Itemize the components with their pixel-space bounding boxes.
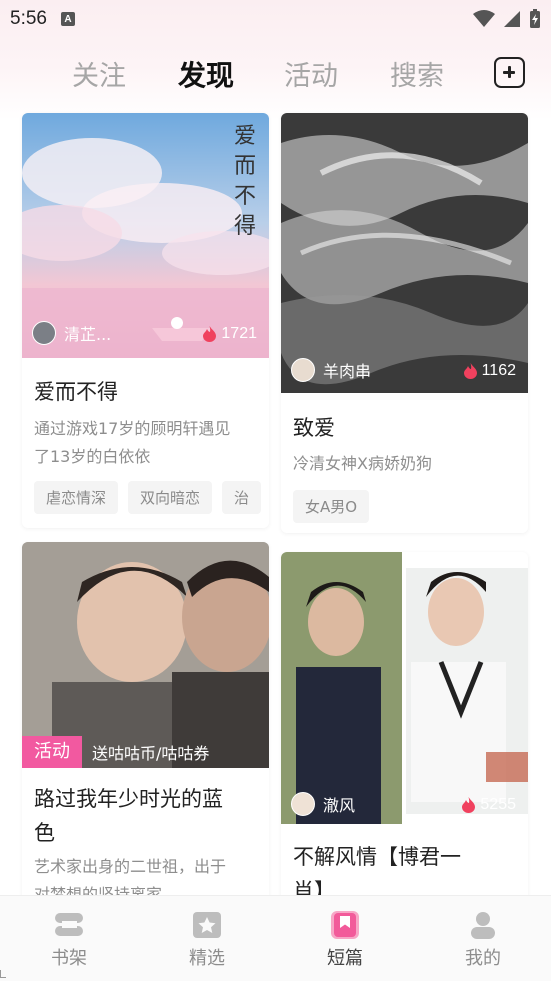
card-author[interactable]: 清芷... xyxy=(32,321,111,345)
nav-featured[interactable]: 精选 xyxy=(138,896,276,981)
add-button[interactable] xyxy=(494,57,525,88)
card-title: 致爱 xyxy=(293,416,335,440)
nav-mine[interactable]: 我的 xyxy=(414,896,551,981)
card-desc-line: 艺术家出身的二世祖，出于 xyxy=(34,857,227,876)
flame-icon xyxy=(203,326,217,342)
tab-search[interactable]: 搜索 xyxy=(390,54,444,93)
card-desc-line: 对梦想的坚持离家... xyxy=(34,885,178,895)
tag[interactable]: 双向暗恋 xyxy=(128,481,213,514)
story-card[interactable]: 活动 送咕咕币/咕咕券 路过我年少时光的蓝 色 艺术家出身的二世祖，出于 对梦想… xyxy=(22,542,269,895)
bottom-nav: 书架 精选 短篇 我的 xyxy=(0,895,551,981)
star-icon xyxy=(193,912,221,938)
card-title-line: 路过我年少时光的蓝 xyxy=(34,787,223,811)
status-time: 5:56 xyxy=(10,8,47,29)
svg-text:而: 而 xyxy=(234,154,256,179)
notification-icon: A xyxy=(60,12,75,26)
tag[interactable]: 治 xyxy=(222,481,262,514)
tag[interactable]: 虐恋情深 xyxy=(34,481,119,514)
story-card[interactable]: 爱 而 不 得 清芷... 1721 爱而不得 通过游戏17岁的顾明轩遇见 了1… xyxy=(22,113,269,528)
card-desc-line: 通过游戏17岁的顾明轩遇见 xyxy=(34,419,231,438)
nav-label: 我的 xyxy=(465,948,501,969)
promo-banner[interactable]: 活动 送咕咕币/咕咕券 xyxy=(22,736,209,768)
nav-label: 短篇 xyxy=(327,948,363,969)
user-icon xyxy=(471,912,495,939)
card-title-line: 色 xyxy=(34,821,55,845)
card-cover-image xyxy=(281,113,528,393)
nav-label: 精选 xyxy=(189,948,225,969)
tab-follow[interactable]: 关注 xyxy=(72,54,126,93)
battery-icon xyxy=(530,9,540,28)
card-title-line: 肖】 xyxy=(293,879,335,895)
story-card[interactable]: 羊肉串 1162 致爱 冷清女神X病娇奶狗 女A男O xyxy=(281,113,528,533)
heat-value: 5255 xyxy=(480,796,516,813)
card-desc-line: 了13岁的白依依 xyxy=(34,447,151,466)
svg-text:得: 得 xyxy=(234,214,256,239)
tag-list: 女A男O xyxy=(293,490,370,523)
svg-text:爱: 爱 xyxy=(234,124,256,149)
avatar xyxy=(291,358,315,382)
card-title-line: 不解风情【博君一 xyxy=(293,845,461,869)
flame-icon xyxy=(462,797,476,813)
card-author[interactable]: 澈风 xyxy=(291,792,355,816)
nav-bookshelf[interactable]: 书架 xyxy=(0,896,138,981)
discover-feed[interactable]: 爱 而 不 得 清芷... 1721 爱而不得 通过游戏17岁的顾明轩遇见 了1… xyxy=(0,108,551,895)
heat-count: 5255 xyxy=(462,796,516,814)
top-tabs: 关注 发现 活动 搜索 xyxy=(0,50,551,100)
card-author[interactable]: 羊肉串 xyxy=(291,358,371,382)
tab-discover[interactable]: 发现 xyxy=(178,54,234,94)
heat-value: 1162 xyxy=(481,362,516,379)
signal-icon xyxy=(504,11,520,27)
bookmark-icon xyxy=(331,911,359,939)
gesture-corner xyxy=(0,970,6,978)
bookshelf-icon xyxy=(55,913,83,936)
heat-value: 1721 xyxy=(221,325,257,342)
promo-text: 送咕咕币/咕咕券 xyxy=(92,744,210,763)
card-title: 爱而不得 xyxy=(34,380,118,404)
heat-count: 1162 xyxy=(463,362,516,380)
promo-label: 活动 xyxy=(22,736,82,768)
author-name: 澈风 xyxy=(323,796,356,815)
card-cover-image xyxy=(22,542,269,768)
heat-count: 1721 xyxy=(203,325,257,343)
card-cover-image xyxy=(281,552,528,824)
story-card[interactable]: 澈风 5255 不解风情【博君一 肖】 xyxy=(281,552,528,895)
tag-list: 虐恋情深 双向暗恋 治 xyxy=(34,481,262,514)
nav-short-stories[interactable]: 短篇 xyxy=(276,896,414,981)
status-bar: 5:56 A xyxy=(0,0,551,38)
avatar xyxy=(32,321,56,345)
card-desc-line: 冷清女神X病娇奶狗 xyxy=(293,454,432,473)
svg-text:不: 不 xyxy=(234,184,256,209)
avatar xyxy=(291,792,315,816)
status-icons xyxy=(473,9,541,29)
tag[interactable]: 女A男O xyxy=(293,490,370,523)
tab-activity[interactable]: 活动 xyxy=(284,54,338,93)
nav-label: 书架 xyxy=(51,948,87,969)
wifi-icon xyxy=(473,10,495,27)
flame-icon xyxy=(463,363,477,379)
author-name: 羊肉串 xyxy=(323,362,372,381)
author-name: 清芷... xyxy=(64,325,112,344)
